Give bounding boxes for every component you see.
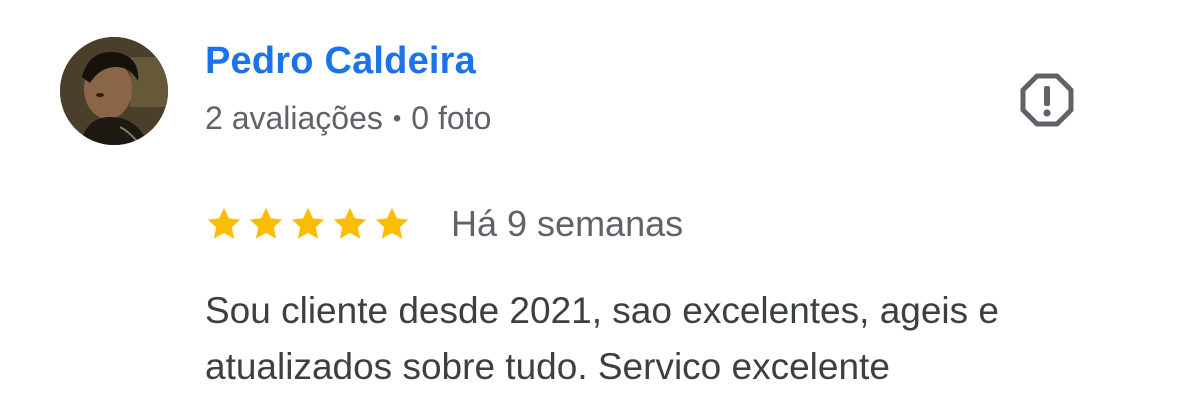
review-card: Pedro Caldeira 2 avaliações • 0 foto Há … — [0, 0, 1179, 416]
author-photos-count: 0 foto — [411, 100, 492, 136]
star-icon — [207, 207, 241, 239]
review-date: Há 9 semanas — [451, 203, 684, 244]
meta-separator: • — [392, 104, 402, 132]
report-flag-icon[interactable] — [1019, 72, 1075, 128]
author-avatar[interactable] — [60, 37, 168, 145]
author-meta: 2 avaliações • 0 foto — [205, 100, 491, 137]
star-icon — [249, 207, 283, 239]
review-text: Sou cliente desde 2021, sao excelentes, … — [205, 290, 1000, 387]
star-icon — [333, 207, 367, 239]
author-reviews-count: 2 avaliações — [205, 100, 383, 136]
user-photo-avatar-icon — [60, 37, 168, 145]
star-icon — [291, 207, 325, 239]
rating-row: Há 9 semanas — [205, 198, 683, 250]
star-icon — [375, 207, 409, 239]
author-name-link[interactable]: Pedro Caldeira — [205, 40, 476, 83]
star-rating — [205, 205, 411, 243]
